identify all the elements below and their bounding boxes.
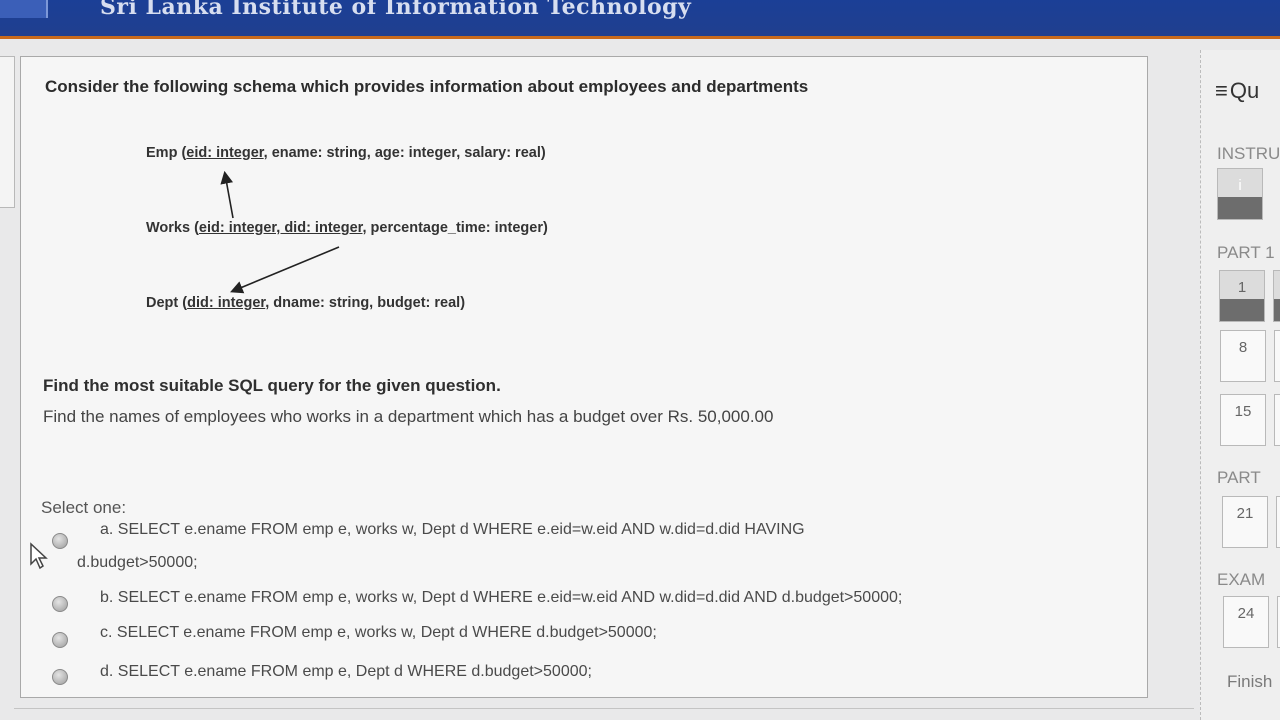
- nav-button-q8[interactable]: 8: [1220, 330, 1266, 382]
- schema-dept-rest: , dname: string, budget: real): [265, 295, 466, 311]
- quiz-navigation-title: ≡Qu: [1215, 78, 1259, 104]
- option-c-radio[interactable]: [52, 632, 68, 648]
- left-drawer-edge[interactable]: [0, 56, 15, 208]
- section-exam-label: EXAM: [1217, 570, 1266, 589]
- nav-button-label: 21: [1236, 505, 1254, 522]
- schema-emp-prefix: Emp (: [146, 145, 187, 161]
- answered-indicator: [1218, 197, 1262, 219]
- option-d-radio[interactable]: [52, 669, 68, 685]
- section-instructions-label: INSTRU: [1217, 144, 1280, 163]
- nav-button-label: 15: [1234, 403, 1252, 420]
- option-a-line2[interactable]: d.budget>50000;: [77, 554, 198, 572]
- nav-button-q24[interactable]: 24: [1223, 596, 1269, 648]
- answered-indicator: [1274, 299, 1280, 321]
- schema-dept-key: did: integer: [187, 295, 266, 311]
- works-eid-to-emp-arrow: [220, 170, 234, 219]
- finish-attempt-link[interactable]: Finish: [1227, 672, 1272, 692]
- nav-button-label: 8: [1238, 339, 1248, 356]
- nav-button-q15[interactable]: 15: [1220, 394, 1266, 446]
- nav-button-label: i: [1238, 177, 1242, 194]
- site-header: Sri Lanka Institute of Information Techn…: [0, 0, 1280, 39]
- option-b-radio[interactable]: [52, 596, 68, 612]
- option-a-radio[interactable]: [52, 533, 68, 549]
- question-card: Consider the following schema which prov…: [20, 56, 1148, 698]
- section-part1-label: PART 1: [1217, 243, 1275, 262]
- answered-indicator: [1220, 299, 1264, 321]
- question-label: Find the most suitable SQL query for the…: [43, 376, 501, 395]
- menu-icon[interactable]: ≡: [1215, 78, 1228, 103]
- quiz-navigation-title-text: Qu: [1229, 78, 1260, 103]
- schema-works: Works (eid: integer, did: integer, perce…: [146, 220, 548, 236]
- schema-works-key: eid: integer, did: integer: [198, 220, 363, 236]
- content-divider: [14, 708, 1194, 709]
- option-a-line1[interactable]: a. SELECT e.ename FROM emp e, works w, D…: [100, 521, 805, 539]
- question-text: Find the names of employees who works in…: [43, 407, 774, 426]
- schema-emp-rest: , ename: string, age: integer, salary: r…: [263, 145, 546, 161]
- option-c-label[interactable]: c. SELECT e.ename FROM emp e, works w, D…: [100, 624, 657, 642]
- works-did-to-dept-arrow: [230, 246, 340, 294]
- option-d-label[interactable]: d. SELECT e.ename FROM emp e, Dept d WHE…: [100, 663, 592, 681]
- institute-logo: [0, 0, 48, 18]
- question-heading: Consider the following schema which prov…: [45, 77, 809, 96]
- schema-emp: Emp (eid: integer, ename: string, age: i…: [146, 145, 546, 161]
- select-one-label: Select one:: [41, 498, 127, 517]
- nav-button-q21[interactable]: 21: [1222, 496, 1268, 548]
- schema-works-rest: , percentage_time: integer): [362, 220, 548, 236]
- mouse-cursor-icon: [30, 542, 48, 570]
- nav-button-q22[interactable]: [1276, 496, 1280, 548]
- nav-button-q1[interactable]: 1: [1219, 270, 1265, 322]
- option-b-label[interactable]: b. SELECT e.ename FROM emp e, works w, D…: [100, 589, 902, 607]
- nav-button-q9[interactable]: [1274, 330, 1280, 382]
- quiz-navigation-panel: ≡Qu INSTRU i PART 1 1 8 15 PART 21 EXAM …: [1200, 50, 1280, 720]
- schema-dept-prefix: Dept (: [146, 295, 188, 311]
- nav-button-instructions[interactable]: i: [1217, 168, 1263, 220]
- schema-dept: Dept (did: integer, dname: string, budge…: [146, 295, 465, 311]
- nav-button-label: 24: [1237, 605, 1255, 622]
- schema-emp-key: eid: integer: [186, 145, 264, 161]
- schema-works-prefix: Works (: [146, 220, 199, 236]
- site-title: Sri Lanka Institute of Information Techn…: [100, 0, 692, 20]
- nav-button-q2[interactable]: [1273, 270, 1280, 322]
- nav-button-q16[interactable]: [1274, 394, 1280, 446]
- section-part2-label: PART: [1217, 468, 1261, 487]
- nav-button-label: 1: [1237, 279, 1247, 296]
